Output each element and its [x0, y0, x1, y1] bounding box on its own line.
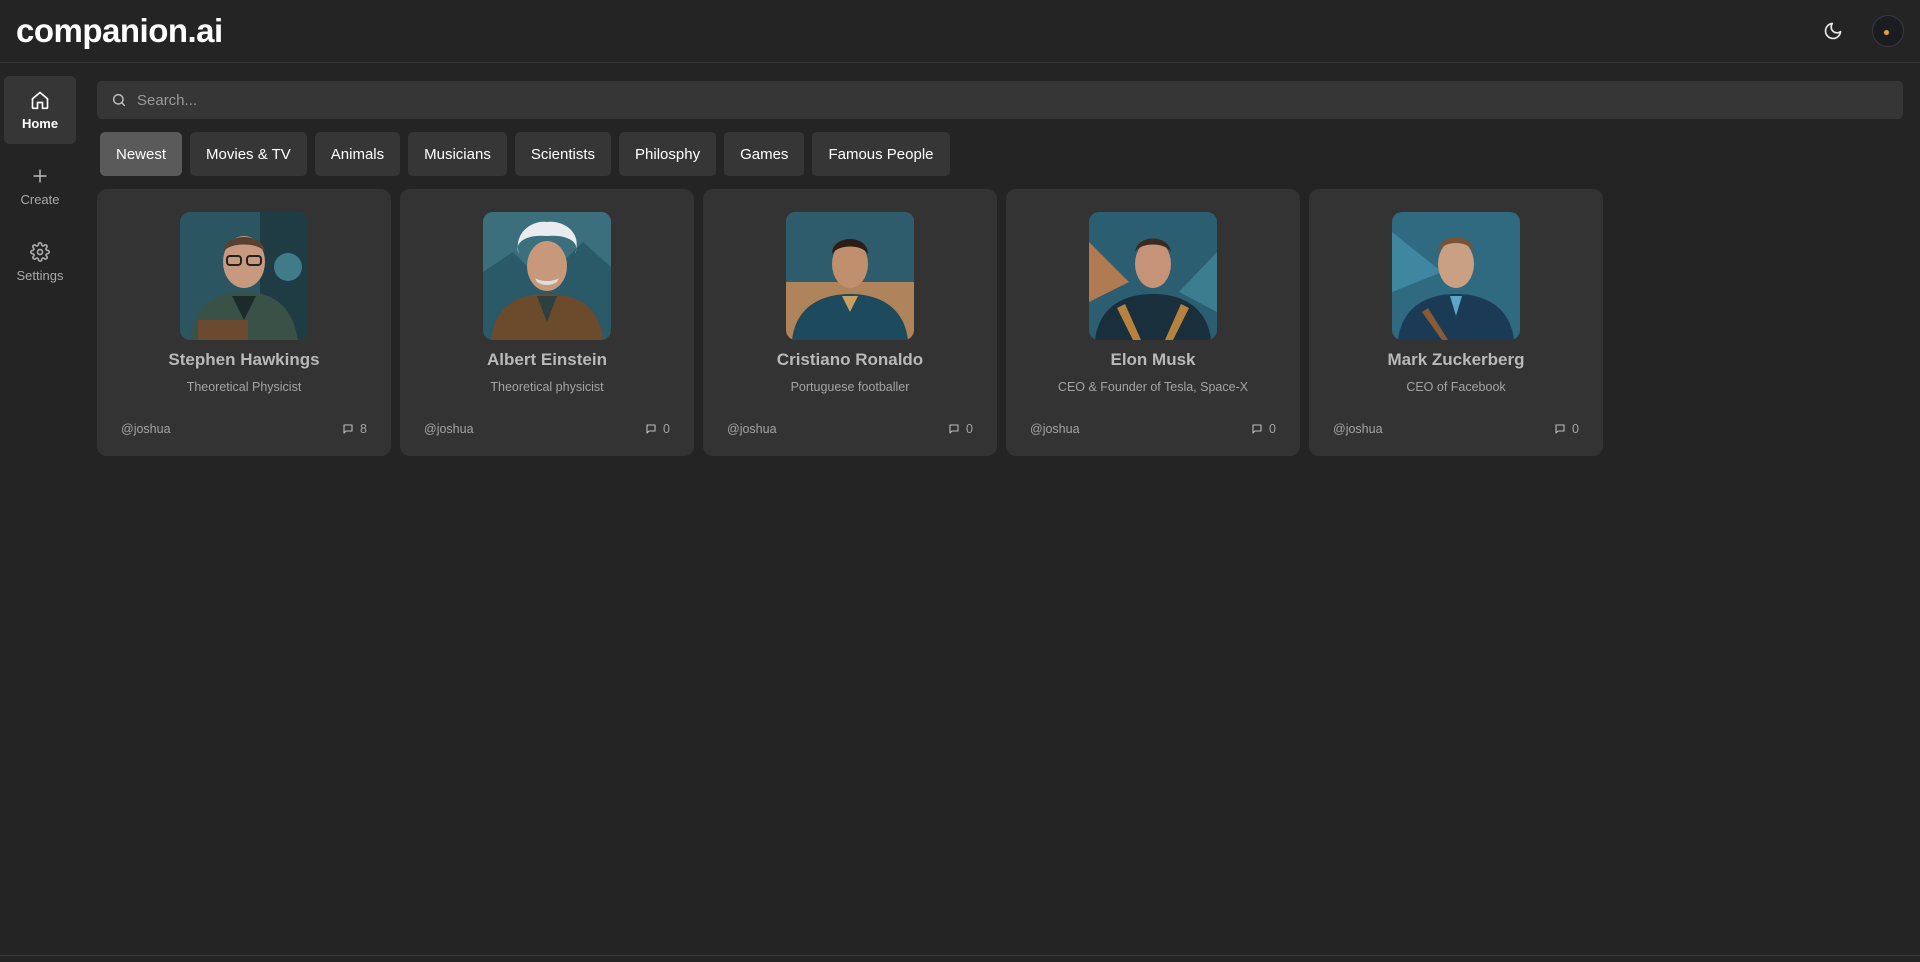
card-footer: @joshua 0 [400, 422, 694, 436]
card-footer: @joshua 0 [1006, 422, 1300, 436]
card-footer: @joshua 0 [1309, 422, 1603, 436]
companion-card[interactable]: Cristiano Ronaldo Portuguese footballer … [703, 189, 997, 456]
card-footer: @joshua 0 [703, 422, 997, 436]
companion-card[interactable]: Elon Musk CEO & Founder of Tesla, Space-… [1006, 189, 1300, 456]
message-count: 0 [1251, 422, 1276, 436]
category-musicians[interactable]: Musicians [408, 132, 507, 176]
sidebar-item-label: Settings [16, 267, 64, 283]
companion-portrait [180, 212, 308, 340]
companion-card[interactable]: Mark Zuckerberg CEO of Facebook @joshua … [1309, 189, 1603, 456]
window-bottom-border [0, 955, 1920, 956]
message-icon [343, 424, 353, 434]
message-count: 0 [645, 422, 670, 436]
search-bar [97, 81, 1903, 119]
category-movies-tv[interactable]: Movies & TV [190, 132, 307, 176]
companion-description: Theoretical Physicist [186, 380, 302, 394]
message-icon [1252, 424, 1262, 434]
top-bar: companion.ai [0, 0, 1920, 63]
companion-name: Stephen Hawkings [168, 350, 320, 369]
companion-description: Portuguese footballer [790, 380, 910, 394]
companion-card[interactable]: Albert Einstein Theoretical physicist @j… [400, 189, 694, 456]
message-count: 0 [948, 422, 973, 436]
search-input[interactable] [137, 91, 1903, 109]
message-icon [1555, 424, 1565, 434]
companion-portrait [1089, 212, 1217, 340]
message-icon [949, 424, 959, 434]
companion-author: @joshua [424, 422, 474, 436]
message-count: 0 [1554, 422, 1579, 436]
companion-author: @joshua [1333, 422, 1383, 436]
companion-author: @joshua [727, 422, 777, 436]
companion-portrait [786, 212, 914, 340]
companion-portrait [483, 212, 611, 340]
companion-name: Cristiano Ronaldo [776, 350, 924, 369]
companion-author: @joshua [1030, 422, 1080, 436]
companion-description: Theoretical physicist [490, 380, 604, 394]
category-list: Newest Movies & TV Animals Musicians Sci… [100, 132, 950, 176]
category-games[interactable]: Games [724, 132, 805, 176]
sidebar-item-settings[interactable]: Settings [4, 228, 76, 296]
companion-portrait [1392, 212, 1520, 340]
message-count-value: 0 [1269, 422, 1276, 436]
home-icon [31, 91, 49, 109]
message-count-value: 0 [966, 422, 973, 436]
companion-description: CEO & Founder of Tesla, Space-X [1057, 380, 1249, 394]
avatar[interactable] [1872, 15, 1904, 47]
message-count-value: 8 [360, 422, 367, 436]
companion-name: Mark Zuckerberg [1387, 350, 1525, 369]
category-animals[interactable]: Animals [314, 132, 401, 176]
message-icon [646, 424, 656, 434]
message-count-value: 0 [663, 422, 670, 436]
sidebar: Home Create Settings [0, 64, 80, 954]
companion-name: Elon Musk [1110, 350, 1196, 369]
top-actions [1820, 15, 1904, 47]
companion-author: @joshua [121, 422, 171, 436]
category-newest[interactable]: Newest [100, 132, 183, 176]
card-footer: @joshua 8 [97, 422, 391, 436]
gear-icon [30, 241, 50, 262]
plus-icon [33, 168, 47, 183]
moon-icon [1824, 22, 1842, 40]
sidebar-item-create[interactable]: Create [4, 152, 76, 220]
message-count: 8 [342, 422, 367, 436]
companion-name: Albert Einstein [487, 350, 607, 369]
theme-toggle-button[interactable] [1820, 18, 1846, 44]
app-logo[interactable]: companion.ai [16, 12, 223, 50]
companion-description: CEO of Facebook [1406, 380, 1506, 394]
category-famous-people[interactable]: Famous People [812, 132, 950, 176]
sidebar-item-label: Home [21, 115, 59, 131]
message-count-value: 0 [1572, 422, 1579, 436]
companion-card[interactable]: Stephen Hawkings Theoretical Physicist @… [97, 189, 391, 456]
sidebar-item-label: Create [20, 191, 60, 207]
search-icon [112, 93, 126, 107]
sidebar-item-home[interactable]: Home [4, 76, 76, 144]
category-philosophy[interactable]: Philosphy [619, 132, 717, 176]
category-scientists[interactable]: Scientists [514, 132, 612, 176]
companion-grid: Stephen Hawkings Theoretical Physicist @… [97, 189, 1603, 456]
